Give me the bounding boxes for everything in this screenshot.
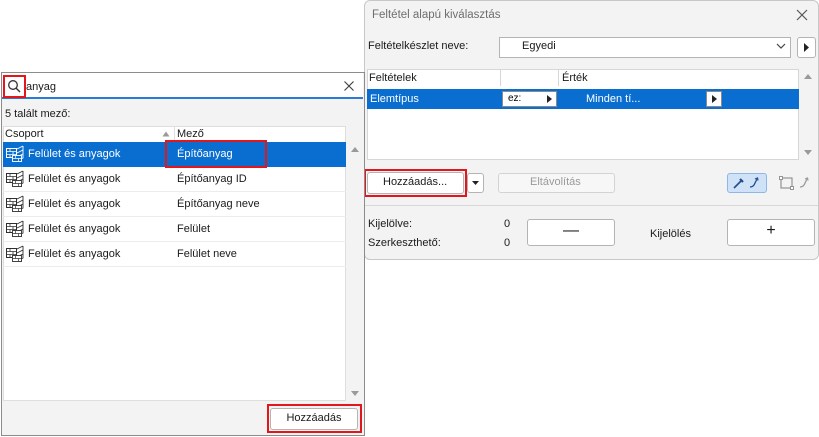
operator-value: ez: bbox=[508, 93, 522, 104]
result-field: Felület neve bbox=[177, 248, 237, 260]
selection-label: Kijelölés bbox=[650, 228, 691, 240]
selected-label: Kijelölve: bbox=[368, 218, 413, 230]
result-row[interactable]: Felület és anyagok Felület neve bbox=[3, 242, 346, 267]
highlight-box bbox=[364, 169, 467, 197]
criteria-set-label: Feltételkészlet neve: bbox=[368, 40, 469, 52]
divider bbox=[365, 205, 818, 206]
dialog-title: Feltétel alapú kiválasztás bbox=[372, 9, 501, 21]
surface-material-icon bbox=[5, 145, 25, 163]
triangle-right-icon bbox=[545, 94, 553, 104]
group-column-header[interactable]: Csoport bbox=[5, 128, 44, 140]
close-icon[interactable] bbox=[795, 8, 809, 22]
result-row[interactable]: Felület és anyagok Felület bbox=[3, 217, 346, 242]
surface-material-icon bbox=[5, 195, 25, 213]
result-row[interactable]: Felület és anyagok Építőanyag neve bbox=[3, 192, 346, 217]
found-count-label: 5 talált mező: bbox=[5, 108, 71, 120]
criteria-set-menu-button[interactable] bbox=[797, 37, 816, 58]
result-group: Felület és anyagok bbox=[28, 248, 121, 260]
field-column-header[interactable]: Mező bbox=[177, 128, 204, 140]
highlight-box bbox=[165, 140, 267, 168]
highlight-box bbox=[267, 404, 362, 433]
criteria-set-value: Egyedi bbox=[522, 40, 556, 52]
result-group: Felület és anyagok bbox=[28, 148, 121, 160]
result-group: Felület és anyagok bbox=[28, 223, 121, 235]
result-field: Felület bbox=[177, 223, 211, 235]
result-field: Építőanyag ID bbox=[177, 173, 247, 185]
surface-material-icon bbox=[5, 170, 25, 188]
column-divider bbox=[558, 70, 559, 86]
value-menu-button[interactable] bbox=[706, 91, 722, 107]
criteria-column-header[interactable]: Feltételek bbox=[369, 72, 417, 84]
eyedropper-icon[interactable] bbox=[727, 173, 767, 193]
criteria-row[interactable] bbox=[367, 89, 799, 109]
minus-icon: — bbox=[563, 222, 579, 239]
plus-icon: + bbox=[766, 222, 776, 239]
search-input[interactable] bbox=[2, 73, 363, 99]
remove-label: Eltávolítás bbox=[530, 176, 581, 188]
highlight-box bbox=[3, 75, 26, 98]
scroll-down-icon[interactable] bbox=[803, 147, 813, 157]
surface-material-icon bbox=[5, 220, 25, 238]
chevron-down-icon bbox=[776, 41, 786, 51]
surface-material-icon bbox=[5, 245, 25, 263]
result-row[interactable]: Felület és anyagok Építőanyag ID bbox=[3, 167, 346, 192]
result-field: Építőanyag neve bbox=[177, 198, 260, 210]
clear-icon[interactable] bbox=[343, 80, 355, 92]
add-dropdown-button[interactable] bbox=[467, 173, 484, 193]
value-column-header[interactable]: Érték bbox=[562, 72, 588, 84]
editable-label: Szerkeszthető: bbox=[368, 237, 441, 249]
scroll-up-icon[interactable] bbox=[350, 145, 360, 155]
criteria-value: Minden tí... bbox=[586, 93, 641, 105]
scroll-up-icon[interactable] bbox=[803, 72, 813, 82]
sort-icon[interactable] bbox=[162, 131, 170, 137]
result-group: Felület és anyagok bbox=[28, 198, 121, 210]
scroll-down-icon[interactable] bbox=[350, 388, 360, 398]
column-divider bbox=[500, 70, 501, 86]
search-value: anyag bbox=[26, 81, 56, 93]
marquee-select-icon[interactable] bbox=[777, 174, 817, 192]
result-group: Felület és anyagok bbox=[28, 173, 121, 185]
editable-count: 0 bbox=[504, 237, 511, 249]
selected-count: 0 bbox=[504, 218, 511, 230]
criteria-name: Elemtípus bbox=[370, 93, 419, 105]
